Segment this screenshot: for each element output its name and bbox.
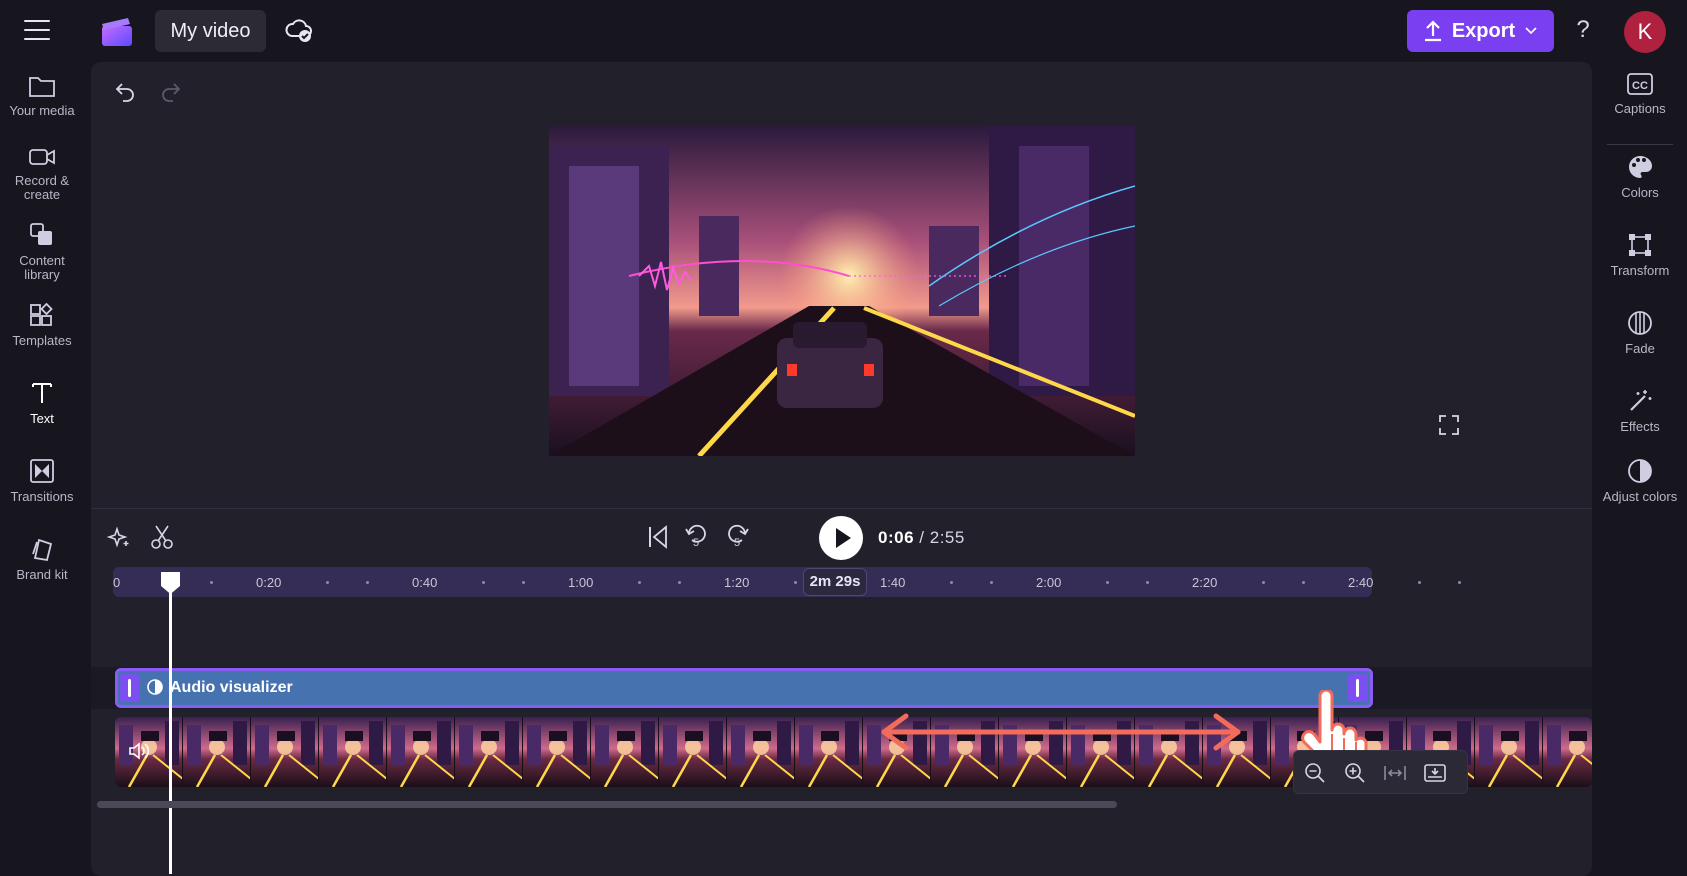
text-icon (32, 383, 52, 403)
ruler-tick: 1:20 (724, 575, 750, 590)
ruler-tick: 2:00 (1036, 575, 1062, 590)
rewind-5-button[interactable]: 5 (684, 524, 710, 554)
library-icon (30, 223, 52, 245)
split-scissors-icon[interactable] (150, 524, 174, 550)
expand-timeline-icon[interactable] (1423, 761, 1447, 785)
ruler-tick: 1:00 (568, 575, 594, 590)
panel-item-transform[interactable]: Transform (1593, 232, 1687, 278)
sidebar-item-label: Your media (9, 103, 75, 118)
panel-item-effects[interactable]: Effects (1593, 388, 1687, 434)
redo-icon[interactable] (159, 80, 183, 104)
panel-item-captions[interactable]: CC Captions (1593, 72, 1687, 116)
upload-icon (1424, 20, 1441, 42)
sidebar-item-label: Templates (12, 333, 72, 348)
play-button[interactable] (819, 516, 863, 560)
sidebar-item-brand-kit[interactable]: Brand kit (0, 536, 84, 582)
right-properties-panel: CC Captions Colors Transform Fade Effect… (1593, 62, 1687, 876)
forward-seconds: 5 (734, 537, 741, 549)
sidebar-item-text[interactable]: Text (0, 380, 84, 426)
panel-item-colors[interactable]: Colors (1593, 154, 1687, 200)
sidebar-item-label: Text (30, 411, 54, 426)
forward-5-button[interactable]: 5 (724, 524, 750, 554)
clip-trim-handle-left[interactable] (120, 674, 140, 702)
transform-icon (1629, 234, 1651, 256)
transitions-icon (30, 459, 54, 483)
chevron-down-icon (1525, 27, 1537, 35)
ruler-tick: 0 (113, 575, 121, 590)
panel-item-label: Transform (1610, 263, 1670, 278)
zoom-out-icon[interactable] (1303, 761, 1327, 785)
panel-divider (1607, 144, 1673, 145)
sidebar-item-label: Content library (19, 253, 65, 282)
sidebar-item-label: Record & create (14, 173, 70, 202)
timeline-divider (91, 508, 1592, 509)
templates-icon (30, 302, 53, 326)
panel-item-adjust-colors[interactable]: Adjust colors (1593, 458, 1687, 504)
timeline-scrollbar[interactable] (91, 798, 1592, 810)
project-title[interactable]: My video (155, 10, 266, 52)
sidebar-item-templates[interactable]: Templates (0, 302, 84, 348)
ruler-tick: 0:40 (412, 575, 438, 590)
scrollbar-thumb[interactable] (97, 801, 1117, 808)
svg-text:CC: CC (1632, 80, 1648, 92)
menu-icon[interactable] (24, 20, 50, 42)
fit-to-width-icon[interactable] (1383, 761, 1407, 785)
time-separator: / (919, 528, 925, 547)
panel-item-label: Captions (1614, 101, 1666, 116)
magic-wand-icon (1630, 390, 1652, 411)
skip-to-start-icon[interactable] (646, 524, 670, 550)
zoom-in-icon[interactable] (1343, 761, 1367, 785)
top-bar: My video Export ? K (0, 0, 1687, 62)
brand-kit-icon (32, 538, 53, 562)
app-logo-icon (102, 18, 132, 46)
rewind-seconds: 5 (693, 537, 700, 549)
camera-icon (29, 149, 55, 165)
sidebar-item-your-media[interactable]: Your media (0, 74, 84, 118)
sidebar-item-record-create[interactable]: Record & create (0, 146, 84, 202)
panel-item-label: Colors (1621, 185, 1659, 200)
adjust-colors-icon (1628, 459, 1652, 483)
video-preview[interactable] (549, 126, 1135, 456)
total-time: 2:55 (929, 528, 965, 547)
fade-icon (1628, 311, 1652, 335)
panel-item-fade[interactable]: Fade (1593, 310, 1687, 356)
folder-icon (29, 77, 55, 97)
clip-duration-badge: 2m 29s (803, 568, 867, 596)
ruler-tick: 0:20 (256, 575, 282, 590)
avatar[interactable]: K (1624, 11, 1666, 53)
panel-item-label: Adjust colors (1602, 489, 1678, 504)
current-time: 0:06 (878, 528, 915, 547)
help-button[interactable]: ? (1573, 16, 1593, 46)
panel-item-label: Fade (1625, 341, 1655, 356)
visualizer-icon (147, 679, 163, 695)
ruler-tick: 1:40 (880, 575, 906, 590)
sidebar-item-label: Transitions (10, 489, 74, 504)
export-label: Export (1451, 19, 1516, 42)
timecode: 0:06 / 2:55 (878, 528, 965, 548)
zoom-controls (1293, 750, 1468, 794)
palette-icon (1629, 156, 1652, 178)
sidebar-item-transitions[interactable]: Transitions (0, 458, 84, 504)
cloud-saved-icon[interactable] (285, 18, 313, 44)
magic-sparkle-icon[interactable] (107, 526, 131, 550)
ruler-tick: 2:20 (1192, 575, 1218, 590)
ruler-tick: 2:40 (1348, 575, 1374, 590)
drag-direction-arrow-icon (881, 713, 1241, 751)
volume-icon[interactable] (128, 741, 150, 761)
panel-item-label: Effects (1620, 419, 1660, 434)
left-sidebar: Your media Record & create Content libra… (0, 62, 84, 876)
playhead-line[interactable] (169, 582, 172, 874)
editor-area: 5 5 0:06 / 2:55 0 0:20 0:40 1:00 1:20 1:… (91, 62, 1592, 876)
play-icon (836, 528, 851, 548)
audio-visualizer-clip[interactable]: Audio visualizer (115, 668, 1373, 708)
export-button[interactable]: Export (1407, 10, 1554, 52)
sidebar-item-label: Brand kit (16, 567, 68, 582)
sidebar-item-content-library[interactable]: Content library (0, 222, 84, 282)
fullscreen-icon[interactable] (1438, 414, 1460, 436)
undo-icon[interactable] (113, 80, 137, 104)
captions-icon: CC (1627, 73, 1653, 95)
audio-clip-label: Audio visualizer (170, 679, 293, 696)
playhead-handle[interactable] (158, 570, 183, 596)
